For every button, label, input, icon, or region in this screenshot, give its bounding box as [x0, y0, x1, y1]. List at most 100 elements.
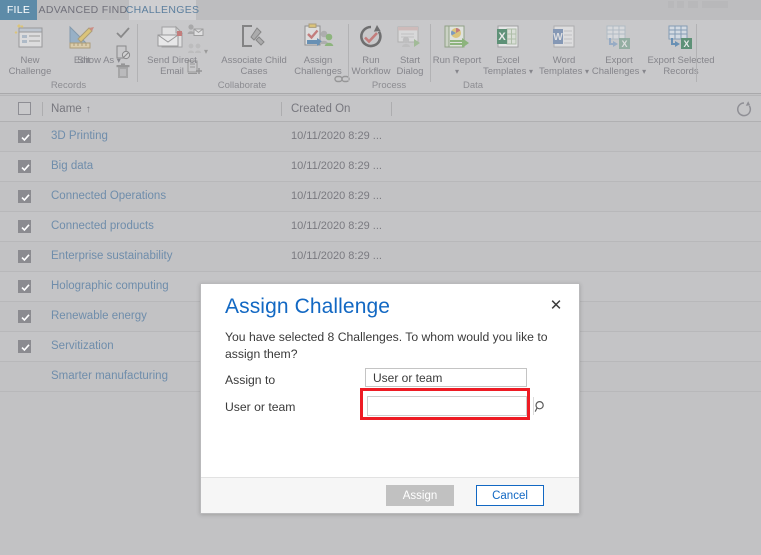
word-templates-button[interactable]: W Word Templates ▾ — [535, 23, 593, 77]
table-row[interactable]: Big data 10/11/2020 8:29 ... — [0, 152, 761, 182]
dialog-description: You have selected 8 Challenges. To whom … — [225, 330, 548, 361]
svg-text:X: X — [683, 39, 689, 49]
column-header-name-label: Name — [51, 103, 82, 115]
assign-challenges-button[interactable]: Assign Challenges — [290, 23, 346, 77]
row-checkbox[interactable] — [18, 190, 31, 203]
run-workflow-label: Run Workflow — [351, 55, 391, 77]
user-or-team-input[interactable] — [368, 397, 533, 415]
row-name-link[interactable]: Big data — [51, 160, 93, 172]
excel-templates-button[interactable]: X Excel Templates ▾ — [479, 23, 537, 77]
table-row[interactable]: Connected products 10/11/2020 8:29 ... — [0, 212, 761, 242]
export-challenges-label: Export Challenges ▾ — [591, 55, 647, 77]
start-dialog-label: Start Dialog — [396, 55, 424, 77]
export-selected-records-icon: X — [664, 23, 698, 54]
close-icon[interactable]: ✕ — [545, 294, 567, 316]
run-workflow-button[interactable]: Run Workflow — [349, 23, 393, 77]
column-divider — [42, 102, 43, 116]
assign-button[interactable]: Assign — [386, 485, 454, 506]
assign-challenges-icon — [301, 23, 335, 54]
export-challenges-icon: X — [602, 23, 636, 54]
svg-text:X: X — [621, 39, 627, 49]
assign-to-value: User or team — [373, 371, 443, 385]
group-separator — [696, 24, 697, 82]
activate-check-icon[interactable] — [114, 25, 132, 41]
export-selected-records-button[interactable]: X Export Selected Records — [643, 23, 719, 77]
table-row[interactable]: 3D Printing 10/11/2020 8:29 ... — [0, 122, 761, 152]
deactivate-document-icon[interactable] — [114, 44, 132, 60]
dialog-title: Assign Challenge — [225, 295, 391, 318]
row-created-on: 10/11/2020 8:29 ... — [291, 220, 382, 232]
table-row[interactable]: Connected Operations 10/11/2020 8:29 ... — [0, 182, 761, 212]
row-name-link[interactable]: Connected products — [51, 220, 154, 232]
row-checkbox[interactable] — [18, 280, 31, 293]
column-header-created-on[interactable]: Created On — [291, 103, 350, 115]
ribbon-group-collaborate-label: Collaborate — [217, 80, 267, 91]
add-to-queue-icon[interactable] — [186, 60, 204, 76]
associate-child-cases-icon — [237, 23, 271, 54]
row-name-link[interactable]: Renewable energy — [51, 310, 147, 322]
new-challenge-label: New Challenge — [8, 55, 52, 77]
row-created-on: 10/11/2020 8:29 ... — [291, 250, 382, 262]
row-name-link[interactable]: 3D Printing — [51, 130, 108, 142]
tab-challenges[interactable]: CHALLENGES — [126, 0, 199, 20]
row-name-link[interactable]: Holographic computing — [51, 280, 169, 292]
row-name-link[interactable]: Enterprise sustainability — [51, 250, 172, 262]
row-name-link[interactable]: Smarter manufacturing — [51, 370, 168, 382]
column-header-name[interactable]: Name ↑ — [51, 103, 91, 115]
assign-to-select[interactable]: User or team — [365, 368, 527, 387]
new-challenge-button[interactable]: New Challenge — [0, 23, 60, 77]
row-checkbox[interactable] — [18, 250, 31, 263]
dialog-footer: Assign Cancel — [201, 477, 579, 513]
user-or-team-label: User or team — [225, 400, 296, 414]
start-dialog-icon — [393, 23, 427, 54]
ribbon-tab-strip: FILE ADVANCED FIND CHALLENGES — [0, 0, 761, 20]
crm-application-window: FILE ADVANCED FIND CHALLENGES New Challe… — [0, 0, 761, 555]
grid-header-row: Name ↑ Created On — [0, 95, 761, 122]
select-all-checkbox[interactable] — [18, 102, 31, 115]
associate-child-cases-button[interactable]: Associate Child Cases — [218, 23, 290, 77]
export-challenges-button[interactable]: X Export Challenges ▾ — [591, 23, 647, 77]
associate-child-cases-label: Associate Child Cases — [221, 55, 287, 77]
connect-to-other-icon[interactable] — [186, 41, 204, 57]
run-report-icon — [440, 23, 474, 54]
word-templates-icon: W — [547, 23, 581, 54]
row-name-link[interactable]: Servitization — [51, 340, 114, 352]
excel-templates-icon: X — [491, 23, 525, 54]
ribbon-group-records-label: Records — [50, 80, 87, 91]
row-checkbox[interactable] — [18, 130, 31, 143]
row-checkbox[interactable] — [18, 160, 31, 173]
excel-templates-label: Excel Templates ▾ — [483, 55, 533, 77]
svg-text:X: X — [498, 31, 506, 43]
faint-top-text — [668, 1, 728, 8]
connect-dropdown-chevron-icon[interactable]: ▾ — [204, 47, 208, 56]
table-row[interactable]: Enterprise sustainability 10/11/2020 8:29… — [0, 242, 761, 272]
cancel-button[interactable]: Cancel — [476, 485, 544, 506]
row-checkbox[interactable] — [18, 340, 31, 353]
column-header-created-on-label: Created On — [291, 103, 351, 115]
row-created-on: 10/11/2020 8:29 ... — [291, 190, 382, 202]
tab-challenges-label: CHALLENGES — [125, 4, 200, 16]
sort-ascending-icon: ↑ — [85, 104, 91, 115]
send-direct-email-icon — [155, 23, 189, 54]
row-checkbox[interactable] — [18, 220, 31, 233]
tab-advanced-find-label: ADVANCED FIND — [38, 4, 128, 16]
add-connection-icon[interactable] — [186, 23, 204, 39]
column-divider — [281, 102, 282, 116]
search-icon[interactable] — [533, 397, 547, 415]
svg-text:W: W — [553, 32, 563, 43]
tab-advanced-find[interactable]: ADVANCED FIND — [37, 0, 129, 20]
start-dialog-button[interactable]: Start Dialog — [389, 23, 431, 77]
run-workflow-icon — [354, 23, 388, 54]
row-checkbox[interactable] — [18, 310, 31, 323]
delete-trash-icon[interactable] — [114, 63, 132, 79]
assign-to-label: Assign to — [225, 373, 276, 387]
tab-file[interactable]: FILE — [0, 0, 37, 20]
assign-challenge-dialog: Assign Challenge ✕ You have selected 8 C… — [200, 283, 580, 514]
user-or-team-lookup[interactable] — [367, 396, 544, 416]
ribbon-group-data: Run Report ▾ X Excel Templates ▾ W Word … — [431, 20, 715, 93]
refresh-icon[interactable] — [733, 99, 755, 120]
tab-file-label: FILE — [6, 4, 31, 16]
show-as-icon — [82, 23, 116, 54]
run-report-button[interactable]: Run Report ▾ — [431, 23, 483, 77]
row-name-link[interactable]: Connected Operations — [51, 190, 166, 202]
